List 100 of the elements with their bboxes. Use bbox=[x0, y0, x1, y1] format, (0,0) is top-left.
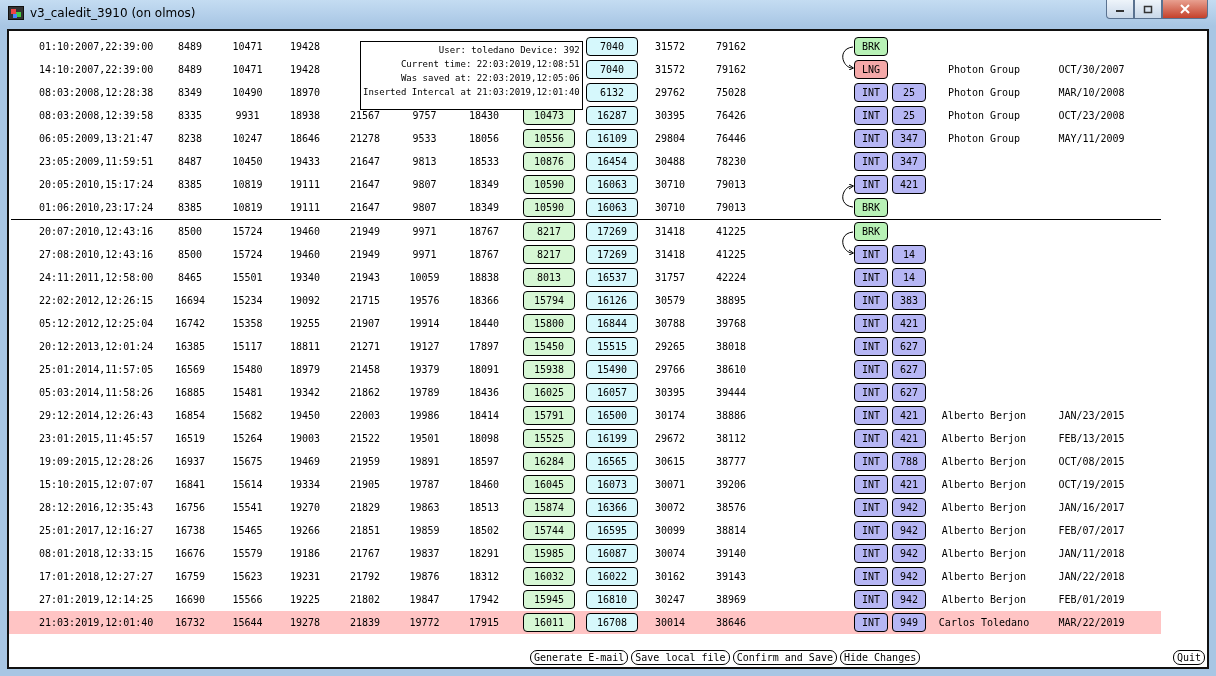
value-field[interactable]: 16844 bbox=[586, 314, 638, 333]
value-field[interactable]: 15794 bbox=[523, 291, 575, 310]
minimize-button[interactable] bbox=[1106, 0, 1134, 19]
type-tag[interactable]: INT bbox=[854, 360, 888, 379]
value-field[interactable]: 17269 bbox=[586, 245, 638, 264]
type-tag[interactable]: INT bbox=[854, 567, 888, 586]
value-field[interactable]: 16126 bbox=[586, 291, 638, 310]
type-tag[interactable]: INT bbox=[854, 291, 888, 310]
value-field[interactable]: 15490 bbox=[586, 360, 638, 379]
type-tag[interactable]: INT bbox=[854, 245, 888, 264]
count-tag[interactable]: 942 bbox=[892, 567, 926, 586]
value-field[interactable]: 16284 bbox=[523, 452, 575, 471]
value-field[interactable]: 15945 bbox=[523, 590, 575, 609]
count-tag[interactable]: 942 bbox=[892, 544, 926, 563]
value-field[interactable]: 16537 bbox=[586, 268, 638, 287]
value-field[interactable]: 16595 bbox=[586, 521, 638, 540]
action-button[interactable]: Generate E-mail bbox=[530, 650, 629, 665]
value-field[interactable]: 16022 bbox=[586, 567, 638, 586]
maximize-button[interactable] bbox=[1134, 0, 1162, 19]
count-tag[interactable]: 421 bbox=[892, 429, 926, 448]
count-tag[interactable]: 942 bbox=[892, 590, 926, 609]
value-field[interactable]: 15450 bbox=[523, 337, 575, 356]
value-field[interactable]: 7040 bbox=[586, 37, 638, 56]
count-tag[interactable]: 25 bbox=[892, 83, 926, 102]
value-field[interactable]: 16025 bbox=[523, 383, 575, 402]
type-tag[interactable]: INT bbox=[854, 106, 888, 125]
value-field[interactable]: 16810 bbox=[586, 590, 638, 609]
count-tag[interactable]: 25 bbox=[892, 106, 926, 125]
value-field[interactable]: 10590 bbox=[523, 175, 575, 194]
count-tag[interactable]: 421 bbox=[892, 475, 926, 494]
value-field[interactable]: 16109 bbox=[586, 129, 638, 148]
quit-button[interactable]: Quit bbox=[1172, 650, 1205, 665]
value-field[interactable]: 16199 bbox=[586, 429, 638, 448]
value-field[interactable]: 10590 bbox=[523, 198, 575, 217]
value-field[interactable]: 16057 bbox=[586, 383, 638, 402]
count-tag[interactable]: 14 bbox=[892, 268, 926, 287]
count-tag[interactable]: 949 bbox=[892, 613, 926, 632]
type-tag[interactable]: INT bbox=[854, 498, 888, 517]
count-tag[interactable]: 627 bbox=[892, 360, 926, 379]
count-tag[interactable]: 421 bbox=[892, 175, 926, 194]
value-field[interactable]: 16011 bbox=[523, 613, 575, 632]
close-button[interactable] bbox=[1162, 0, 1208, 19]
value-field[interactable]: 15791 bbox=[523, 406, 575, 425]
type-tag[interactable]: INT bbox=[854, 337, 888, 356]
value-field[interactable]: 15985 bbox=[523, 544, 575, 563]
type-tag[interactable]: INT bbox=[854, 314, 888, 333]
value-field[interactable]: 16045 bbox=[523, 475, 575, 494]
value-field[interactable]: 15515 bbox=[586, 337, 638, 356]
type-tag[interactable]: LNG bbox=[854, 60, 888, 79]
type-tag[interactable]: INT bbox=[854, 452, 888, 471]
action-button[interactable]: Hide Changes bbox=[839, 650, 921, 665]
count-tag[interactable]: 627 bbox=[892, 337, 926, 356]
count-tag[interactable]: 14 bbox=[892, 245, 926, 264]
value-field[interactable]: 8013 bbox=[523, 268, 575, 287]
type-tag[interactable]: INT bbox=[854, 383, 888, 402]
count-tag[interactable]: 942 bbox=[892, 498, 926, 517]
value-field[interactable]: 10876 bbox=[523, 152, 575, 171]
value-field[interactable]: 15874 bbox=[523, 498, 575, 517]
type-tag[interactable]: INT bbox=[854, 152, 888, 171]
count-tag[interactable]: 347 bbox=[892, 129, 926, 148]
count-tag[interactable]: 347 bbox=[892, 152, 926, 171]
type-tag[interactable]: INT bbox=[854, 129, 888, 148]
action-button[interactable]: Confirm and Save bbox=[732, 650, 837, 665]
value-field[interactable]: 16500 bbox=[586, 406, 638, 425]
value-field[interactable]: 8217 bbox=[523, 245, 575, 264]
type-tag[interactable]: INT bbox=[854, 83, 888, 102]
type-tag[interactable]: INT bbox=[854, 590, 888, 609]
value-field[interactable]: 16366 bbox=[586, 498, 638, 517]
type-tag[interactable]: INT bbox=[854, 175, 888, 194]
value-field[interactable]: 16565 bbox=[586, 452, 638, 471]
value-field[interactable]: 16073 bbox=[586, 475, 638, 494]
value-field[interactable]: 7040 bbox=[586, 60, 638, 79]
type-tag[interactable]: INT bbox=[854, 406, 888, 425]
value-field[interactable]: 6132 bbox=[586, 83, 638, 102]
value-field[interactable]: 16032 bbox=[523, 567, 575, 586]
count-tag[interactable]: 421 bbox=[892, 314, 926, 333]
type-tag[interactable]: INT bbox=[854, 429, 888, 448]
type-tag[interactable]: INT bbox=[854, 521, 888, 540]
type-tag[interactable]: BRK bbox=[854, 222, 888, 241]
type-tag[interactable]: BRK bbox=[854, 37, 888, 56]
value-field[interactable]: 16708 bbox=[586, 613, 638, 632]
type-tag[interactable]: INT bbox=[854, 475, 888, 494]
count-tag[interactable]: 942 bbox=[892, 521, 926, 540]
value-field[interactable]: 15938 bbox=[523, 360, 575, 379]
value-field[interactable]: 16087 bbox=[586, 544, 638, 563]
value-field[interactable]: 10556 bbox=[523, 129, 575, 148]
value-field[interactable]: 17269 bbox=[586, 222, 638, 241]
value-field[interactable]: 15744 bbox=[523, 521, 575, 540]
value-field[interactable]: 16454 bbox=[586, 152, 638, 171]
count-tag[interactable]: 788 bbox=[892, 452, 926, 471]
value-field[interactable]: 8217 bbox=[523, 222, 575, 241]
action-button[interactable]: Save local file bbox=[631, 650, 730, 665]
type-tag[interactable]: INT bbox=[854, 613, 888, 632]
value-field[interactable]: 15525 bbox=[523, 429, 575, 448]
type-tag[interactable]: BRK bbox=[854, 198, 888, 217]
count-tag[interactable]: 383 bbox=[892, 291, 926, 310]
value-field[interactable]: 15800 bbox=[523, 314, 575, 333]
type-tag[interactable]: INT bbox=[854, 544, 888, 563]
count-tag[interactable]: 627 bbox=[892, 383, 926, 402]
count-tag[interactable]: 421 bbox=[892, 406, 926, 425]
